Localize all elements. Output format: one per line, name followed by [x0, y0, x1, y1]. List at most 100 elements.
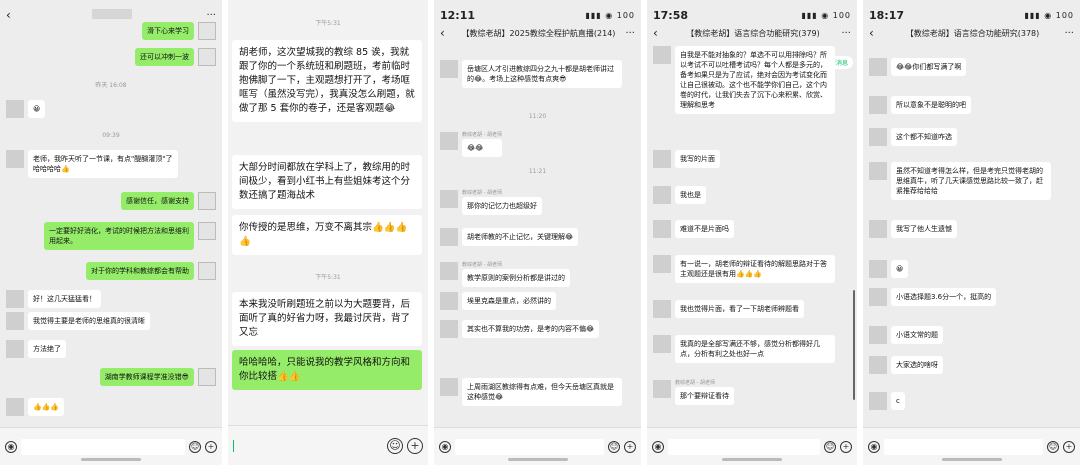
emoji-icon[interactable]: ☺	[1047, 440, 1059, 453]
avatar[interactable]	[440, 292, 458, 310]
message-bubble[interactable]: 方法绝了	[28, 340, 66, 358]
plus-icon[interactable]: +	[407, 437, 423, 454]
message-bubble[interactable]: 还可以冲刺一波	[135, 48, 194, 66]
emoji-icon[interactable]: ☺	[824, 440, 836, 453]
avatar[interactable]	[6, 312, 24, 330]
avatar[interactable]	[198, 262, 216, 280]
avatar[interactable]	[440, 262, 458, 280]
message-bubble[interactable]: 湖南学教师课程学准没错😎	[99, 368, 194, 386]
message-bubble[interactable]: 对于你的学科和教综都会有帮助	[86, 262, 194, 280]
avatar[interactable]	[198, 192, 216, 210]
message-bubble[interactable]: 你传授的是思维，万变不离其宗👍👍👍👍	[232, 215, 422, 255]
plus-icon[interactable]: +	[840, 440, 852, 453]
avatar[interactable]	[653, 300, 671, 318]
avatar[interactable]	[440, 132, 458, 150]
avatar[interactable]	[869, 326, 887, 344]
message-bubble[interactable]: 其实也不算我的功劳，是考的内容不偏😂	[462, 320, 600, 338]
message-bubble[interactable]: 那你的记忆力也超级好	[462, 197, 542, 215]
avatar[interactable]	[6, 100, 24, 118]
message-bubble[interactable]: 我也觉得片面，看了一下胡老师辨题看	[675, 300, 804, 318]
message-bubble[interactable]: 那个要辩证看待	[675, 387, 734, 405]
scrollbar[interactable]	[853, 290, 855, 400]
message-bubble[interactable]: 大部分时间都放在学科上了，教综用的时间极少，看到小红书上有些姐妹考这个分数还搞了…	[232, 155, 422, 209]
avatar[interactable]	[198, 48, 216, 66]
avatar[interactable]	[6, 398, 24, 416]
message-bubble[interactable]: 这个都不知道咋选	[891, 128, 957, 146]
avatar[interactable]	[869, 128, 887, 146]
message-list[interactable]: 滑下心来学习 还可以冲刺一波 昨天 16:08 😀 09:39 老师，我昨天听了一节课，有…	[0, 0, 222, 427]
message-bubble[interactable]: 岳塘区人才引进教综四分之九十都是胡老师讲过的😂。考场上这种感觉有点爽😎	[462, 60, 622, 88]
avatar[interactable]	[869, 162, 887, 180]
voice-icon[interactable]: ◉	[5, 440, 17, 453]
message-bubble[interactable]: 本来我没听刷题班之前以为大题要背，后面听了真的好省力呀，我最讨厌背，背了又忘	[232, 292, 422, 346]
message-bubble[interactable]: 😂😂	[462, 139, 502, 157]
avatar[interactable]	[869, 96, 887, 114]
message-input[interactable]	[884, 438, 1043, 455]
message-bubble[interactable]: 滑下心来学习	[142, 22, 194, 40]
avatar[interactable]	[653, 46, 671, 64]
avatar[interactable]	[440, 378, 458, 396]
message-bubble[interactable]: 感谢信任，感谢支持	[121, 192, 194, 210]
message-input[interactable]	[455, 438, 604, 455]
avatar[interactable]	[653, 150, 671, 168]
emoji-icon[interactable]: ☺	[387, 437, 403, 454]
avatar[interactable]	[440, 190, 458, 208]
message-list[interactable]: 😂😂你们都写满了啊 所以意象不是聪明的吧 这个都不知道咋选虽然不知道考得怎么样，但是…	[863, 0, 1080, 427]
message-bubble[interactable]: 埃里克森是重点，必然讲的	[462, 292, 556, 310]
message-bubble[interactable]: 我写了他人生遗憾	[891, 220, 957, 238]
avatar[interactable]	[653, 335, 671, 353]
message-bubble[interactable]: 👍👍👍	[28, 398, 65, 416]
avatar[interactable]	[869, 58, 887, 76]
message-bubble[interactable]: 有一说一，胡老师的辩证看待的解题思路对于答主观题还是很有用👍👍👍	[675, 255, 835, 283]
voice-icon[interactable]: ◉	[439, 440, 451, 453]
avatar[interactable]	[653, 380, 671, 398]
avatar[interactable]	[869, 288, 887, 306]
avatar[interactable]	[6, 290, 24, 308]
message-bubble[interactable]: 虽然不知道考得怎么样，但是考完只觉得老胡的思维真牛，听了几天课感觉思路比较一致了…	[891, 162, 1051, 200]
avatar[interactable]	[869, 392, 887, 410]
avatar[interactable]	[869, 220, 887, 238]
plus-icon[interactable]: +	[624, 440, 636, 453]
avatar[interactable]	[440, 320, 458, 338]
message-bubble[interactable]: 老师，我昨天听了一节课，有点"醍醐灌顶"了哈哈哈哈👍	[28, 150, 178, 178]
avatar[interactable]	[653, 220, 671, 238]
voice-icon[interactable]: ◉	[652, 440, 664, 453]
message-bubble[interactable]: 胡老师教的不止记忆，关键理解😂	[462, 228, 579, 246]
message-input[interactable]	[21, 438, 185, 455]
avatar[interactable]	[6, 150, 24, 168]
avatar[interactable]	[869, 356, 887, 374]
avatar[interactable]	[440, 60, 458, 78]
message-bubble[interactable]: 一定要好好消化，考试的时候把方法和思维利用起来。	[44, 222, 194, 250]
message-bubble[interactable]: 哈哈哈哈，只能说我的教学风格和方向和你比较搭👍👍	[232, 350, 422, 390]
plus-icon[interactable]: +	[1063, 440, 1075, 453]
voice-icon[interactable]: ◉	[868, 440, 880, 453]
message-bubble[interactable]: 自我是不能对抽象的？单选不可以用排除吗？所以考试不可以吐槽考试吗？每个人都是多元…	[675, 46, 835, 114]
emoji-icon[interactable]: ☺	[608, 440, 620, 453]
message-bubble[interactable]: 胡老师，这次望城我的教综 85 诶，我就跟了你的一个系统班和刷题班，考前临时抱佛…	[232, 40, 422, 122]
message-input[interactable]	[238, 438, 383, 454]
avatar[interactable]	[440, 228, 458, 246]
message-bubble[interactable]: 😀	[28, 100, 46, 118]
avatar[interactable]	[869, 260, 887, 278]
message-bubble[interactable]: 小语选择题3.6分一个，挺高的	[891, 288, 997, 306]
message-bubble[interactable]: 所以意象不是聪明的吧	[891, 96, 971, 114]
avatar[interactable]	[198, 222, 216, 240]
message-bubble[interactable]: 我真的是全部写满还不够，感觉分析都得好几点，分析有利之处也好一点	[675, 335, 835, 363]
message-list[interactable]: 岳塘区人才引进教综四分之九十都是胡老师讲过的😂。考场上这种感觉有点爽😎 11:20…	[434, 0, 641, 427]
message-bubble[interactable]: 难道不是片面吗	[675, 220, 734, 238]
message-bubble[interactable]: 大家选的啥呀	[891, 356, 943, 374]
message-input[interactable]	[668, 438, 820, 455]
message-bubble[interactable]: 我写的片面	[675, 150, 720, 168]
message-bubble[interactable]: 我也是	[675, 186, 706, 204]
message-bubble[interactable]: 教学原则的案例分析都是讲过的	[462, 269, 570, 287]
message-bubble[interactable]: c	[891, 392, 905, 410]
avatar[interactable]	[653, 186, 671, 204]
message-bubble[interactable]: 😀	[891, 260, 909, 278]
message-bubble[interactable]: 上周雨湖区教综得有点难，但今天岳塘区真就是这种感觉😂	[462, 378, 622, 406]
message-bubble[interactable]: 😂😂你们都写满了啊	[891, 58, 967, 76]
message-bubble[interactable]: 小语文常的题	[891, 326, 943, 344]
message-bubble[interactable]: 我觉得主要是老师的思维真的很清晰	[28, 312, 150, 330]
avatar[interactable]	[6, 340, 24, 358]
avatar[interactable]	[198, 368, 216, 386]
plus-icon[interactable]: +	[205, 440, 217, 453]
